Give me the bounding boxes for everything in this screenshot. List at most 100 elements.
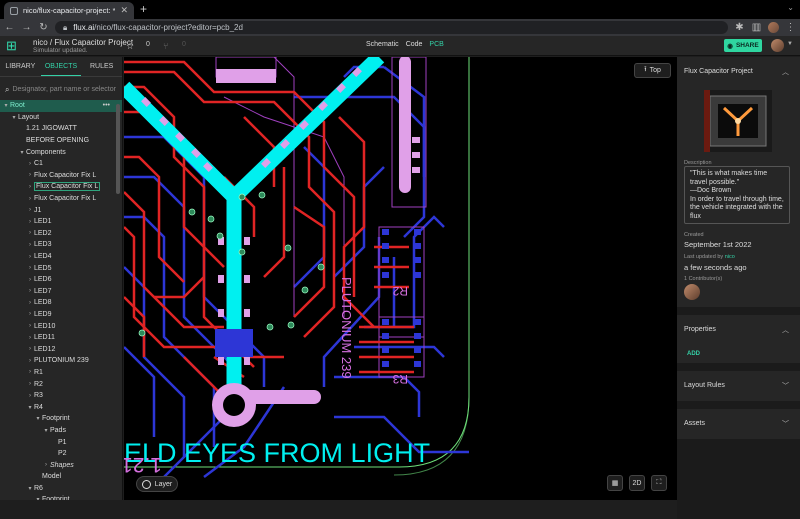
chevron-down-icon[interactable]: ▾ bbox=[10, 114, 18, 121]
new-tab-icon[interactable]: + bbox=[140, 2, 147, 16]
chevron-right-icon[interactable]: › bbox=[26, 254, 34, 260]
tree-item[interactable]: ▾ R4 bbox=[0, 401, 122, 413]
tree-item[interactable]: P2 bbox=[0, 448, 122, 460]
breadcrumb[interactable]: nico / Flux Capacitor Project bbox=[33, 38, 133, 47]
tree-item[interactable]: › J1 bbox=[0, 204, 122, 216]
chevron-down-icon[interactable]: ▾ bbox=[42, 427, 50, 434]
chevron-right-icon[interactable]: › bbox=[26, 219, 34, 225]
tree-item[interactable]: P1 bbox=[0, 436, 122, 448]
tree-item[interactable]: › LED5 bbox=[0, 262, 122, 274]
forward-icon[interactable]: → bbox=[21, 22, 32, 33]
add-property-button[interactable]: ADD bbox=[687, 351, 700, 357]
tree-item[interactable]: › LED4 bbox=[0, 251, 122, 263]
chevron-right-icon[interactable]: › bbox=[26, 323, 34, 329]
tab-pcb[interactable]: PCB bbox=[429, 41, 443, 48]
tree-item[interactable]: Model bbox=[0, 471, 122, 483]
user-avatar[interactable] bbox=[771, 39, 784, 52]
chevron-down-icon[interactable]: ▾ bbox=[34, 496, 42, 500]
chevron-right-icon[interactable]: › bbox=[42, 462, 50, 468]
chevron-right-icon[interactable]: › bbox=[26, 300, 34, 306]
tree-item[interactable]: › LED3 bbox=[0, 239, 122, 251]
tree-item[interactable]: ▾ R6 bbox=[0, 483, 122, 495]
view-top-button[interactable]: ⭱ Top bbox=[634, 63, 671, 78]
tree-item[interactable]: ▾ Layout bbox=[0, 112, 122, 124]
chevron-right-icon[interactable]: › bbox=[26, 172, 34, 178]
tree-item[interactable]: › LED9 bbox=[0, 309, 122, 321]
tree-item[interactable]: › Flux Capacitor Fix L bbox=[0, 193, 122, 205]
description-field[interactable]: "This is what makes time travel possible… bbox=[684, 166, 790, 224]
tree-item[interactable]: › Shapes bbox=[0, 459, 122, 471]
chevron-right-icon[interactable]: › bbox=[26, 288, 34, 294]
chevron-right-icon[interactable]: › bbox=[26, 393, 34, 399]
chevron-up-icon[interactable]: ︿ bbox=[782, 325, 789, 335]
tab-schematic[interactable]: Schematic bbox=[366, 41, 399, 48]
tree-item[interactable]: ▾ Components bbox=[0, 146, 122, 158]
flux-logo-icon[interactable]: ⊞ bbox=[6, 39, 20, 53]
chevron-down-icon[interactable]: ﹀ bbox=[782, 419, 789, 429]
tab-rules[interactable]: RULES bbox=[81, 57, 122, 76]
tree-item[interactable]: ▾ Pads bbox=[0, 425, 122, 437]
contributor-avatar[interactable] bbox=[684, 284, 700, 300]
chevron-right-icon[interactable]: › bbox=[26, 207, 34, 213]
browser-tab[interactable]: nico/flux-capacitor-project: *1 ✕ bbox=[4, 2, 134, 19]
tab-objects[interactable]: OBJECTS bbox=[40, 57, 82, 76]
chevron-down-icon[interactable]: ▾ bbox=[2, 102, 10, 109]
fork-icon[interactable]: ⑂ bbox=[163, 41, 168, 51]
tree-item[interactable]: 1.21 JIGOWATT bbox=[0, 123, 122, 135]
chevron-down-icon[interactable]: ﹀ bbox=[782, 381, 789, 391]
chevron-right-icon[interactable]: › bbox=[26, 196, 34, 202]
grid-toggle-button[interactable]: ▦ bbox=[607, 475, 623, 491]
sidepanel-icon[interactable]: ▥ bbox=[751, 22, 762, 33]
tree-item[interactable]: › R1 bbox=[0, 367, 122, 379]
tree-item[interactable]: › LED11 bbox=[0, 332, 122, 344]
chevron-right-icon[interactable]: › bbox=[26, 335, 34, 341]
close-icon[interactable]: ✕ bbox=[120, 5, 128, 16]
pcb-canvas[interactable]: ELD EYES FROM LIGHT 1.21 JIGOWATT PLUTON… bbox=[124, 57, 677, 500]
chevron-right-icon[interactable]: › bbox=[26, 230, 34, 236]
chevron-down-icon[interactable]: ▾ bbox=[18, 149, 26, 156]
back-icon[interactable]: ← bbox=[4, 22, 15, 33]
chevron-right-icon[interactable]: › bbox=[26, 242, 34, 248]
mode-2d-button[interactable]: 2D bbox=[629, 475, 645, 491]
tree-item[interactable]: › LED1 bbox=[0, 216, 122, 228]
browser-menu-icon[interactable]: ⋮ bbox=[785, 22, 796, 33]
tree-item[interactable]: › LED6 bbox=[0, 274, 122, 286]
tab-search-icon[interactable]: ⌄ bbox=[787, 3, 794, 12]
chevron-right-icon[interactable]: › bbox=[26, 161, 34, 167]
tree-item[interactable]: › R2 bbox=[0, 378, 122, 390]
chevron-right-icon[interactable]: › bbox=[26, 277, 34, 283]
star-icon[interactable]: ☆ bbox=[126, 41, 134, 52]
updated-by-user[interactable]: nico bbox=[725, 254, 735, 260]
tab-code[interactable]: Code bbox=[406, 41, 423, 48]
browser-profile-avatar[interactable] bbox=[768, 22, 779, 33]
chevron-down-icon[interactable]: ▾ bbox=[26, 404, 34, 411]
tree-item[interactable]: › C1 bbox=[0, 158, 122, 170]
tree-item[interactable]: › Flux Capacitor Fix L bbox=[0, 181, 122, 193]
reload-icon[interactable]: ↻ bbox=[38, 22, 49, 33]
tree-item[interactable]: ▾Footprint bbox=[0, 494, 122, 500]
chevron-up-icon[interactable]: ︿ bbox=[782, 67, 789, 77]
chevron-down-icon[interactable]: ▼ bbox=[787, 41, 793, 47]
tab-library[interactable]: LIBRARY bbox=[0, 57, 41, 76]
tree-item[interactable]: BEFORE OPENING bbox=[0, 135, 122, 147]
object-search-input[interactable]: ⌕ Designator, part name or selector bbox=[5, 82, 117, 97]
extensions-icon[interactable]: ✱ bbox=[734, 22, 745, 33]
chevron-down-icon[interactable]: ▾ bbox=[34, 415, 42, 422]
chevron-right-icon[interactable]: › bbox=[26, 358, 34, 364]
tree-scrollbar[interactable] bbox=[116, 104, 120, 194]
chevron-down-icon[interactable]: ▾ bbox=[26, 485, 34, 492]
share-button[interactable]: ◉ SHARE bbox=[724, 39, 762, 52]
url-input[interactable]: 🔒︎ flux.ai/nico/flux-capacitor-project?e… bbox=[55, 21, 800, 519]
chevron-right-icon[interactable]: › bbox=[26, 265, 34, 271]
tree-item[interactable]: › LED8 bbox=[0, 297, 122, 309]
chevron-right-icon[interactable]: › bbox=[26, 369, 34, 375]
tree-item[interactable]: › PLUTONIUM 239 bbox=[0, 355, 122, 367]
chevron-right-icon[interactable]: › bbox=[26, 381, 34, 387]
tree-item[interactable]: › R3 bbox=[0, 390, 122, 402]
more-options-icon[interactable]: ••• bbox=[103, 102, 110, 109]
tree-item[interactable]: › LED10 bbox=[0, 320, 122, 332]
fullscreen-button[interactable]: ⛶ bbox=[651, 475, 667, 491]
tree-item[interactable]: › LED2 bbox=[0, 228, 122, 240]
layer-button[interactable]: Layer bbox=[136, 476, 178, 492]
tree-item[interactable]: ▾Footprint bbox=[0, 413, 122, 425]
